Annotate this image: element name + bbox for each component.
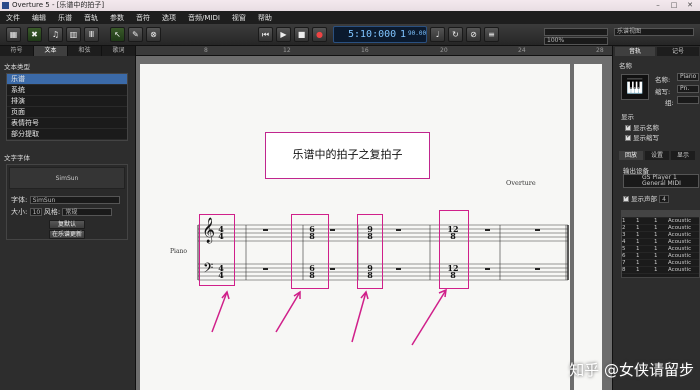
watermark: 知乎 @女侠请留步 <box>569 361 694 379</box>
name-label: 名称: <box>655 76 671 84</box>
instrument-name[interactable]: Piano <box>170 248 187 255</box>
output-device-dropdown[interactable]: GS Player 1 General MIDI <box>623 174 699 188</box>
abbr-field[interactable]: Pn. <box>677 85 699 93</box>
table-row[interactable]: 7 1 1 Acoustic <box>622 260 699 267</box>
staff-system <box>197 224 569 346</box>
name-field[interactable]: Piano <box>677 73 699 81</box>
minimize-icon[interactable]: – <box>650 0 666 11</box>
track-name-section: 名称 <box>619 62 632 70</box>
table-row[interactable]: 4 1 1 Acoustic <box>622 239 699 246</box>
channel-table: 1 1 1 Acoustic 2 1 1 Acoustic 3 1 1 Acoustic 411A… <box>621 210 700 278</box>
tab-display[interactable]: 显示 <box>671 151 695 160</box>
show-name-checkbox[interactable]: 显示名称 <box>625 122 659 132</box>
close-icon[interactable]: ✕ <box>682 0 698 11</box>
table-header <box>622 211 699 218</box>
maximize-icon[interactable]: □ <box>666 0 682 11</box>
group-label: 组: <box>665 99 674 107</box>
tab-setup[interactable]: 设置 <box>645 151 669 160</box>
highlight-box <box>439 210 469 289</box>
table-row[interactable]: 3 1 1 Acoustic <box>622 232 699 239</box>
highlight-box <box>291 214 329 289</box>
show-voices-checkbox[interactable]: 显示声部 4 <box>623 193 669 203</box>
tab-playback[interactable]: 回放 <box>619 151 643 160</box>
score-title[interactable]: 乐谱中的拍子之复拍子 <box>265 132 430 179</box>
table-row[interactable]: 1 1 1 Acoustic <box>622 218 699 225</box>
show-section: 显示 <box>621 113 634 121</box>
tab-markers[interactable]: 记号 <box>657 47 699 56</box>
view-mode-dropdown[interactable]: 乐谱视图 <box>614 28 694 36</box>
table-row[interactable]: 2 1 1 Acoustic <box>622 225 699 232</box>
table-row[interactable]: 6 1 1 Acoustic <box>622 253 699 260</box>
highlight-box <box>199 214 235 286</box>
show-abbr-checkbox[interactable]: 显示缩写 <box>625 132 659 142</box>
highlight-box <box>357 214 383 289</box>
group-field[interactable] <box>677 96 699 104</box>
table-row[interactable]: 5 1 1 Acoustic <box>622 246 699 253</box>
composer-text[interactable]: Overture <box>506 179 536 187</box>
table-row[interactable]: 8 1 1 Acoustic <box>622 267 699 274</box>
piano-icon: 🎹 <box>621 74 649 100</box>
abbr-label: 缩写: <box>655 88 671 96</box>
tab-track[interactable]: 音轨 <box>615 47 655 56</box>
